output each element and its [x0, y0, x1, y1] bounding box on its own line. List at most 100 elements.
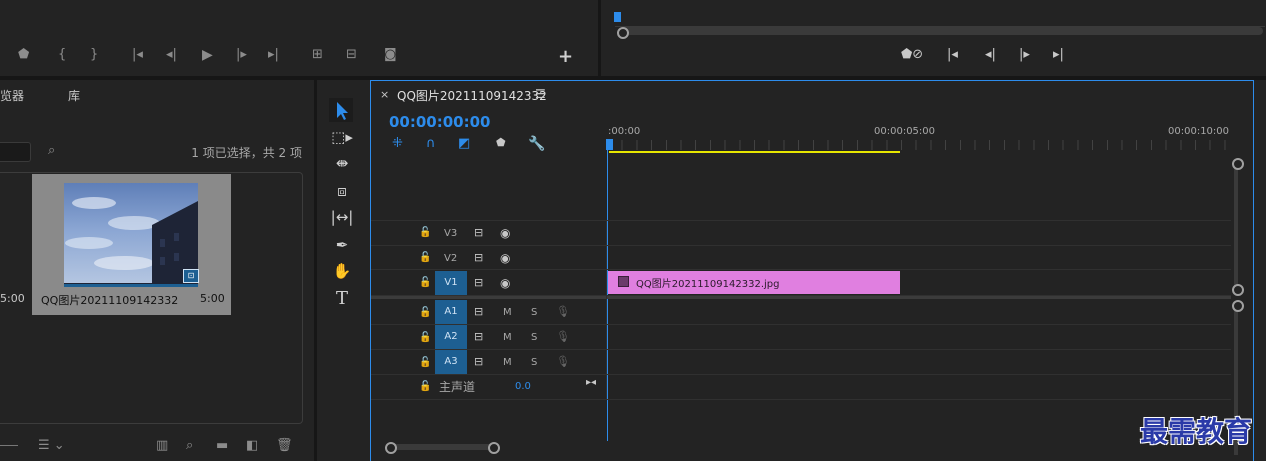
microphone-icon[interactable]: 🎙 — [556, 305, 570, 319]
hand-tool-icon[interactable]: ✋ — [330, 260, 354, 282]
scroll-handle-top[interactable] — [1232, 158, 1244, 170]
track-row-master — [371, 375, 1231, 400]
button-editor-add-icon[interactable]: + — [558, 46, 573, 67]
source-transport-bar: ⬟ { } |◂ ◂| ▶ |▸ ▸| ⊞ ⊟ ◙ — [18, 48, 418, 66]
lock-icon[interactable]: 🔓 — [419, 356, 431, 370]
mark-out-icon[interactable]: } — [90, 48, 98, 62]
find-bin-icon[interactable]: ⌕ — [48, 144, 55, 158]
export-frame-icon[interactable]: ◙ — [384, 48, 397, 62]
sync-lock-icon[interactable]: ⊟ — [474, 251, 483, 265]
add-marker-icon[interactable]: ⬟ — [496, 136, 506, 149]
lock-icon[interactable]: 🔓 — [419, 276, 431, 290]
step-back-icon[interactable]: ◂| — [166, 48, 177, 62]
overwrite-icon[interactable]: ⊟ — [346, 48, 357, 62]
track-select-tool-icon[interactable]: ⬚▸ — [330, 126, 354, 148]
sync-lock-icon[interactable]: ⊟ — [474, 226, 483, 240]
program-zoom-scrollbar[interactable] — [619, 27, 1263, 35]
go-to-out-icon[interactable]: ▸| — [1053, 48, 1064, 62]
snap-icon[interactable]: ∩ — [426, 136, 436, 151]
marker-link-icon[interactable]: ⬟⊘ — [901, 48, 923, 62]
mute-button[interactable]: M — [503, 357, 512, 368]
track-target-a2[interactable]: A2 — [435, 325, 467, 349]
search-input[interactable] — [0, 142, 31, 162]
project-item-card[interactable]: ⊡ QQ图片20211109142332 5:00 — [32, 174, 231, 315]
mute-button[interactable]: M — [503, 332, 512, 343]
lock-icon[interactable]: 🔓 — [419, 306, 431, 320]
mark-in-icon[interactable]: { — [58, 48, 66, 62]
timeline-zoom-scrollbar[interactable] — [390, 444, 494, 450]
new-bin-icon[interactable]: ▬ — [216, 439, 228, 453]
selection-tool-icon[interactable] — [329, 98, 353, 122]
time-ruler[interactable] — [607, 140, 1231, 150]
step-forward-icon[interactable]: |▸ — [236, 48, 247, 62]
solo-button[interactable]: S — [531, 357, 537, 368]
nest-icon[interactable]: ⁜ — [392, 136, 403, 151]
go-to-in-icon[interactable]: |◂ — [947, 48, 958, 62]
microphone-icon[interactable]: 🎙 — [556, 330, 570, 344]
sync-lock-icon[interactable]: ⊟ — [474, 355, 483, 369]
track-target-a3[interactable]: A3 — [435, 350, 467, 374]
sequence-badge-icon: ⊡ — [183, 269, 199, 283]
track-label-v2[interactable]: V2 — [444, 253, 457, 264]
source-monitor: ⬟ { } |◂ ◂| ▶ |▸ ▸| ⊞ ⊟ ◙ + — [0, 0, 598, 76]
zoom-slider[interactable] — [0, 445, 18, 446]
close-tab-icon[interactable]: × — [380, 88, 389, 101]
ripple-edit-tool-icon[interactable]: ⇼ — [330, 152, 354, 174]
go-to-end-icon[interactable]: ▸◂ — [586, 376, 596, 390]
delete-icon[interactable]: 🗑 — [276, 439, 293, 453]
automate-icon[interactable]: ▥ — [156, 439, 168, 453]
mute-button[interactable]: M — [503, 307, 512, 318]
playhead-timecode[interactable]: 00:00:00:00 — [389, 113, 491, 131]
slip-tool-icon[interactable]: |↔| — [330, 206, 354, 228]
solo-button[interactable]: S — [531, 307, 537, 318]
zoom-handle-left[interactable] — [385, 442, 397, 454]
track-target-v1[interactable]: V1 — [435, 271, 467, 295]
master-volume-value[interactable]: 0.0 — [515, 381, 531, 392]
work-area-bar[interactable] — [609, 151, 900, 153]
zoom-handle-right[interactable] — [488, 442, 500, 454]
insert-icon[interactable]: ⊞ — [312, 48, 323, 62]
video-vertical-scrollbar[interactable] — [1234, 162, 1238, 288]
search-icon[interactable]: ⌕ — [186, 439, 193, 453]
track-target-a1[interactable]: A1 — [435, 300, 467, 324]
eye-icon[interactable]: ◉ — [500, 276, 510, 290]
tab-library[interactable]: 库 — [68, 87, 80, 104]
lock-icon[interactable]: 🔓 — [419, 226, 431, 240]
pen-tool-icon[interactable]: ✒ — [330, 234, 354, 256]
lock-icon[interactable]: 🔓 — [419, 251, 431, 265]
eye-icon[interactable]: ◉ — [500, 226, 510, 240]
type-tool-icon[interactable]: T — [330, 288, 354, 310]
sync-lock-icon[interactable]: ⊟ — [474, 330, 483, 344]
go-to-in-icon[interactable]: |◂ — [132, 48, 143, 62]
program-playhead-icon[interactable] — [614, 12, 621, 22]
track-row-a1 — [371, 300, 1231, 325]
step-forward-icon[interactable]: |▸ — [1019, 48, 1030, 62]
go-to-out-icon[interactable]: ▸| — [268, 48, 279, 62]
scroll-handle-bottom[interactable] — [1232, 284, 1244, 296]
tab-media-browser[interactable]: 览器 — [0, 87, 24, 104]
sync-lock-icon[interactable]: ⊟ — [474, 276, 483, 290]
lock-icon[interactable]: 🔓 — [419, 331, 431, 345]
marker-icon[interactable]: ⬟ — [18, 48, 29, 62]
track-label-a2: A2 — [444, 331, 458, 342]
playhead-handle-icon[interactable] — [606, 139, 613, 150]
sort-icon[interactable]: ☰ ⌄ — [38, 439, 65, 453]
play-icon[interactable]: ▶ — [202, 48, 213, 62]
program-scroll-handle[interactable] — [617, 27, 629, 39]
new-item-icon[interactable]: ◧ — [246, 439, 258, 453]
linked-selection-icon[interactable]: ◩ — [458, 136, 470, 151]
solo-button[interactable]: S — [531, 332, 537, 343]
track-label-v3[interactable]: V3 — [444, 228, 457, 239]
sequence-tab-title[interactable]: QQ图片20211109142332 — [397, 87, 547, 104]
sync-lock-icon[interactable]: ⊟ — [474, 305, 483, 319]
eye-icon[interactable]: ◉ — [500, 251, 510, 265]
wrench-icon[interactable]: 🔧 — [528, 136, 545, 152]
razor-tool-icon[interactable]: ⧈ — [330, 180, 354, 202]
program-time-ruler[interactable] — [615, 12, 1265, 27]
scroll-handle-audio[interactable] — [1232, 300, 1244, 312]
video-clip[interactable]: QQ图片20211109142332.jpg — [608, 271, 900, 294]
lock-icon[interactable]: 🔓 — [419, 380, 431, 394]
step-back-icon[interactable]: ◂| — [985, 48, 996, 62]
panel-menu-icon[interactable]: ☰ — [535, 87, 546, 101]
microphone-icon[interactable]: 🎙 — [556, 355, 570, 369]
